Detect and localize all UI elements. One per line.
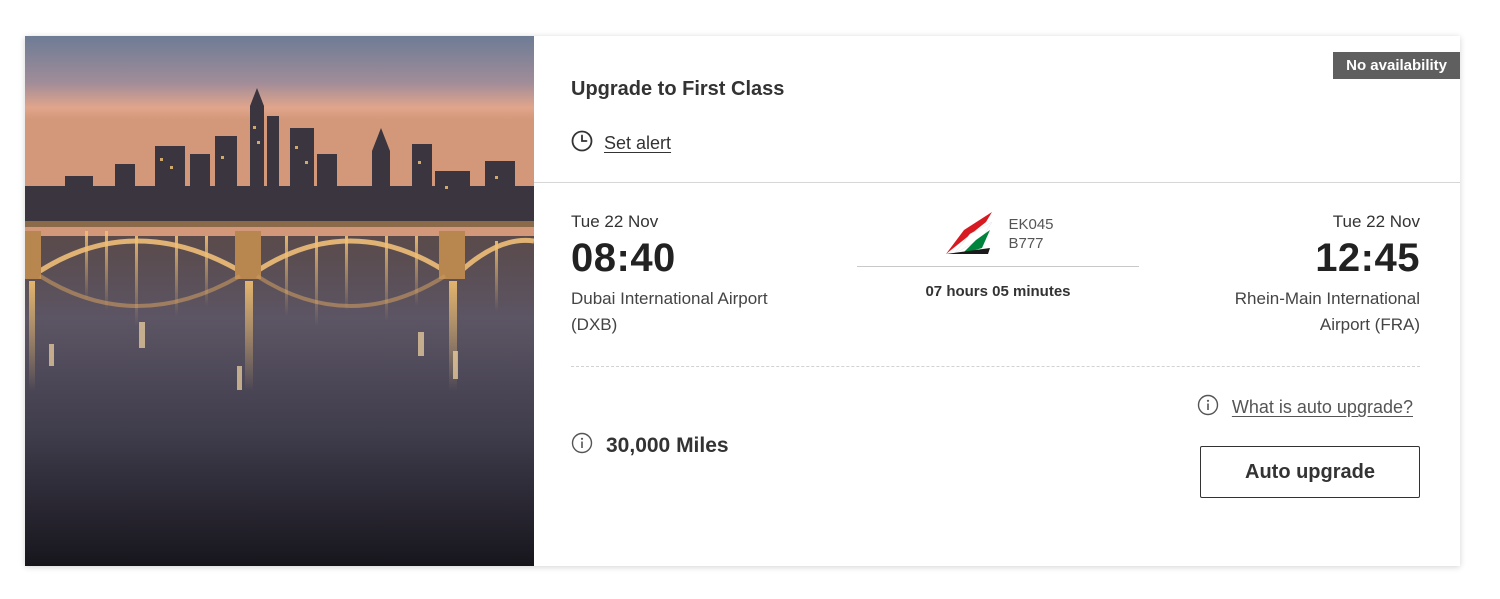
departure-airport: Dubai International Airport (DXB) [571,286,768,338]
auto-upgrade-help: What is auto upgrade? [1197,394,1413,421]
destination-photo [25,36,534,566]
arrival-time: 12:45 [1315,236,1420,280]
info-icon[interactable] [1197,394,1219,421]
upgrade-offer-card: No availability Upgrade to First Class S… [25,36,1460,566]
offer-details: No availability Upgrade to First Class S… [534,36,1460,566]
emirates-tail-fin-icon [942,208,994,261]
info-icon[interactable] [571,432,593,459]
arrival-info: Tue 22 Nov 12:45 Rhein-Main Internationa… [1235,212,1420,338]
arrival-airport: Rhein-Main International Airport (FRA) [1235,286,1420,338]
availability-badge: No availability [1333,52,1460,79]
flight-route-line [857,266,1139,267]
dashed-divider [571,366,1420,367]
auto-upgrade-button[interactable]: Auto upgrade [1200,446,1420,498]
upgrade-title: Upgrade to First Class [571,78,785,100]
section-divider [534,182,1460,183]
arrival-airport-code: Airport (FRA) [1319,315,1420,334]
aircraft-type: B777 [1008,235,1044,252]
miles-amount: 30,000 Miles [606,433,729,457]
set-alert-row: Set alert [571,130,671,157]
departure-airport-code: (DXB) [571,315,618,334]
miles-cost: 30,000 Miles [571,432,729,459]
flight-duration: 07 hours 05 minutes [925,283,1071,300]
departure-airport-name: Dubai International Airport [571,289,768,308]
clock-icon [571,130,593,157]
flight-summary: EK045 B777 07 hours 05 minutes [857,208,1139,300]
departure-date: Tue 22 Nov [571,212,659,231]
flight-number: EK045 [1008,216,1054,233]
departure-time: 08:40 [571,236,676,280]
what-is-auto-upgrade-link[interactable]: What is auto upgrade? [1232,397,1413,418]
arrival-airport-name: Rhein-Main International [1234,289,1420,308]
arrival-date: Tue 22 Nov [1332,212,1420,231]
departure-info: Tue 22 Nov 08:40 Dubai International Air… [571,212,768,338]
set-alert-link[interactable]: Set alert [604,133,671,154]
